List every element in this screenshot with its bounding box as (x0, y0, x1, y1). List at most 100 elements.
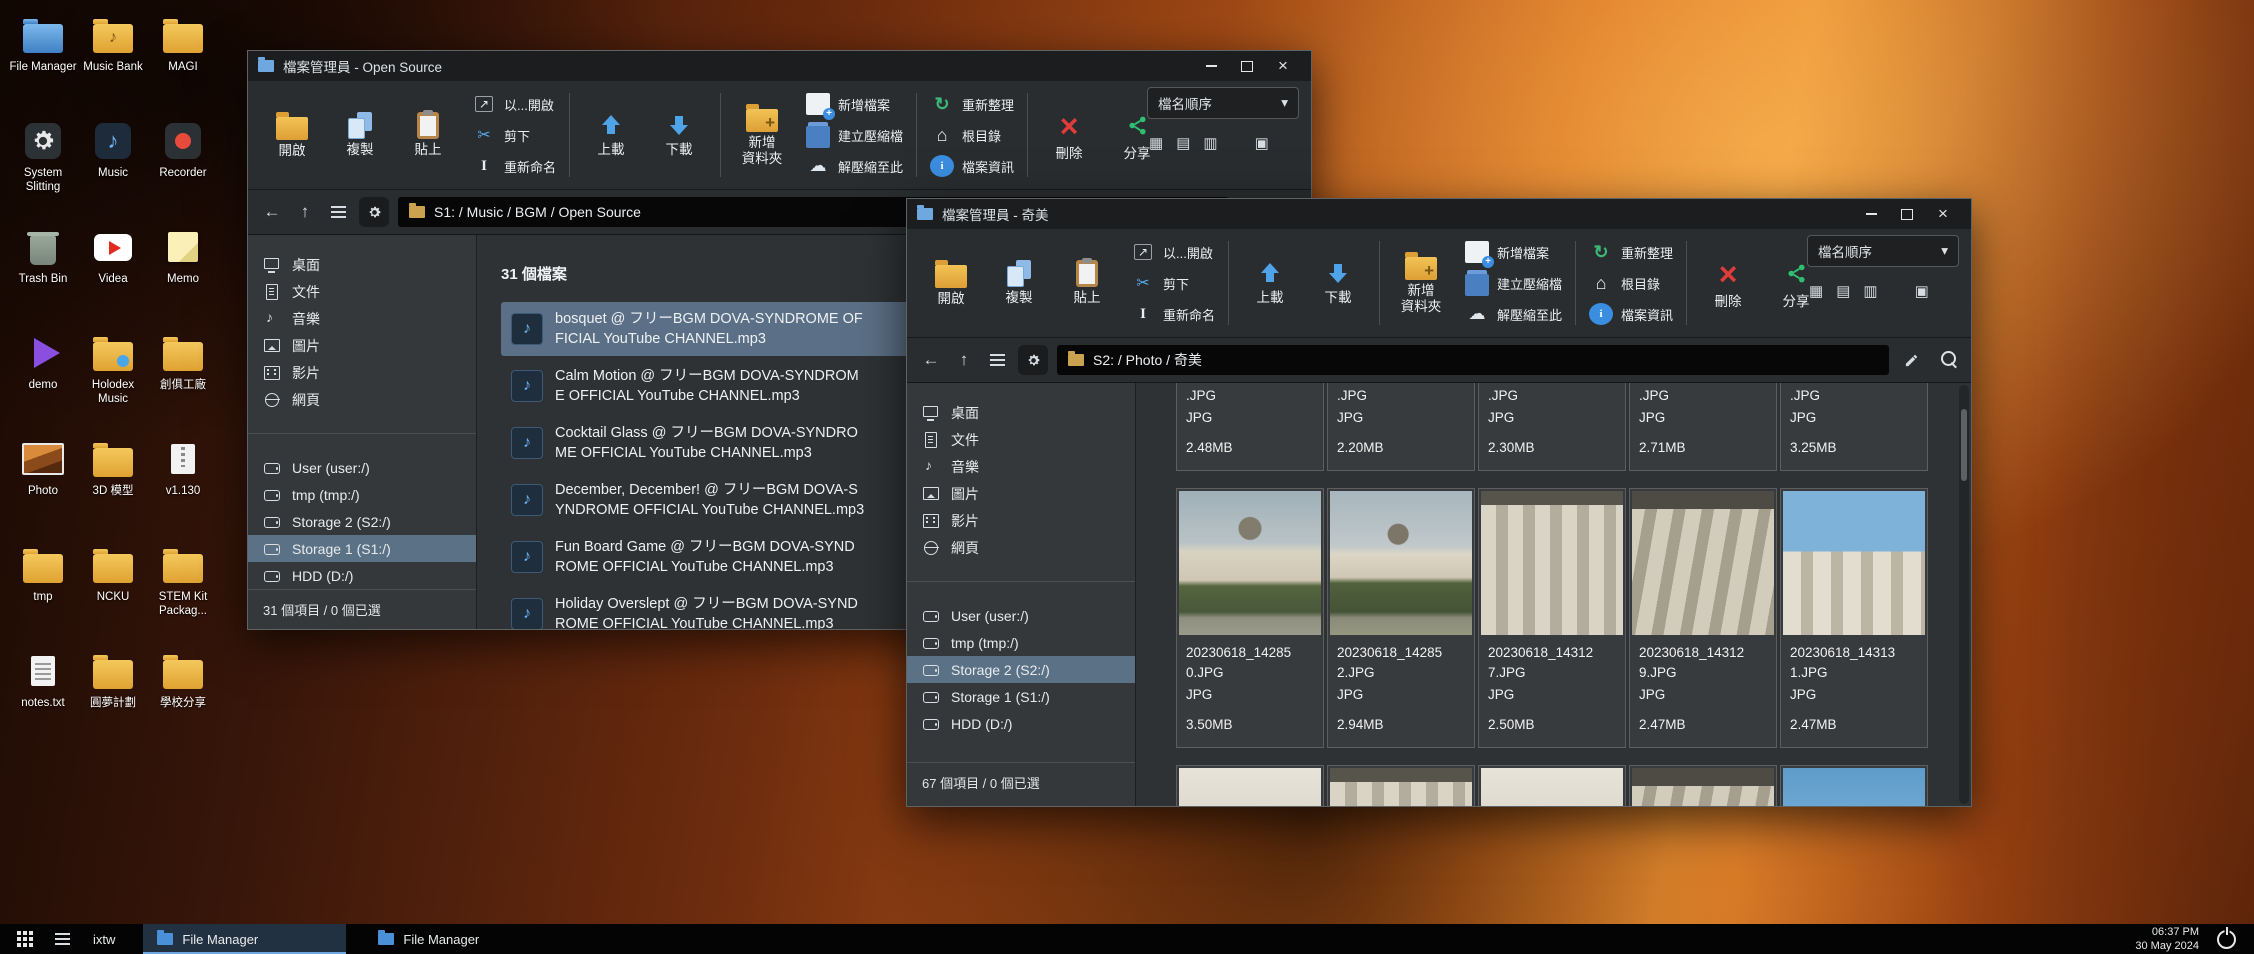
view-mode-compact-icon[interactable]: ▥ (1863, 282, 1877, 300)
sidebar-item-storage-2-s2[interactable]: Storage 2 (S2:/) (907, 656, 1135, 683)
sidebar-item-item[interactable]: 影片 (907, 507, 1135, 534)
sidebar-item-item[interactable]: 桌面 (907, 399, 1135, 426)
power-icon[interactable] (2217, 930, 2236, 949)
scrollbar[interactable] (1959, 385, 1969, 804)
minimize-button[interactable] (1193, 51, 1229, 81)
file-item[interactable]: Cocktail Glass @ フリーBGM DOVA-SYNDROME OF… (501, 416, 925, 470)
photo-cell[interactable]: 20230618_143131.JPGJPG2.47MB (1780, 488, 1928, 748)
maximize-button[interactable] (1229, 51, 1265, 81)
toolbar-upload-button[interactable]: 上載 (1236, 259, 1304, 308)
toolbar-new-folder-button[interactable]: 新增 資料夾 (1387, 250, 1455, 316)
photo-cell[interactable] (1478, 765, 1626, 806)
taskbar-app-file-manager-1[interactable]: File Manager (143, 924, 346, 954)
desktop-icon-notes-txt[interactable]: notes.txt (8, 648, 78, 754)
sidebar-item-hdd-d[interactable]: HDD (D:/) (248, 562, 476, 589)
view-mode-list-icon[interactable]: ▤ (1836, 282, 1850, 300)
sidebar-item-hdd-d[interactable]: HDD (D:/) (907, 710, 1135, 737)
maximize-button[interactable] (1889, 199, 1925, 229)
toolbar-paste-button[interactable]: 貼上 (1053, 258, 1121, 309)
toolbar-rename-button[interactable]: 重新命名 (1125, 299, 1221, 330)
clock[interactable]: 06:37 PM 30 May 2024 (2135, 925, 2209, 954)
up-button[interactable]: ↑ (952, 347, 976, 373)
sort-order-dropdown[interactable]: 檔名順序▾ (1807, 235, 1959, 267)
sidebar-item-item[interactable]: 桌面 (248, 251, 476, 278)
sidebar-item-item[interactable]: 文件 (907, 426, 1135, 453)
toolbar-create-archive-button[interactable]: 建立壓縮檔 (800, 120, 909, 151)
desktop-icon-tmp[interactable]: tmp (8, 542, 78, 648)
toolbar-new-file-button[interactable]: 新增檔案 (1459, 237, 1568, 268)
view-mode-list-icon[interactable]: ▤ (1176, 134, 1190, 152)
toolbar-delete-button[interactable]: 刪除 (1694, 255, 1762, 312)
search-icon[interactable] (1933, 347, 1959, 373)
input-method-indicator[interactable]: ixtw (83, 932, 125, 947)
photo-cell[interactable]: .JPGJPG2.30MB (1478, 383, 1626, 471)
minimize-button[interactable] (1853, 199, 1889, 229)
desktop-icon-holodex-music[interactable]: Holodex Music (78, 330, 148, 436)
sidebar-item-item[interactable]: 影片 (248, 359, 476, 386)
scrollbar-thumb[interactable] (1961, 409, 1967, 481)
toolbar-paste-button[interactable]: 貼上 (394, 110, 462, 161)
menu-button[interactable] (326, 199, 350, 225)
toolbar-open-with-button[interactable]: 以...開啟 (1125, 237, 1221, 268)
desktop-icon-file-manager[interactable]: File Manager (8, 12, 78, 118)
toolbar-download-button[interactable]: 下載 (645, 111, 713, 160)
desktop-icon-item[interactable]: 創俱工廠 (148, 330, 218, 436)
toolbar-create-archive-button[interactable]: 建立壓縮檔 (1459, 268, 1568, 299)
sidebar-item-storage-2-s2[interactable]: Storage 2 (S2:/) (248, 508, 476, 535)
photo-cell[interactable]: 20230618_143127.JPGJPG2.50MB (1478, 488, 1626, 748)
sidebar-item-item[interactable]: 音樂 (248, 305, 476, 332)
toolbar-delete-button[interactable]: 刪除 (1035, 107, 1103, 164)
toolbar-upload-button[interactable]: 上載 (577, 111, 645, 160)
sidebar-item-item[interactable]: 網頁 (907, 534, 1135, 561)
view-mode-compact-icon[interactable]: ▥ (1203, 134, 1217, 152)
photo-cell[interactable] (1176, 765, 1324, 806)
photo-cell[interactable] (1629, 765, 1777, 806)
toolbar-cut-button[interactable]: 剪下 (1125, 268, 1221, 299)
edit-path-icon[interactable] (1898, 347, 1924, 373)
sidebar-item-storage-1-s1[interactable]: Storage 1 (S1:/) (907, 683, 1135, 710)
file-item[interactable]: December, December! @ フリーBGM DOVA-SYNDRO… (501, 473, 925, 527)
file-item[interactable]: Calm Motion @ フリーBGM DOVA-SYNDROME OFFIC… (501, 359, 925, 413)
path-bar[interactable]: S2: / Photo / 奇美 (1057, 345, 1889, 375)
toolbar-cut-button[interactable]: 剪下 (466, 120, 562, 151)
sidebar-item-storage-1-s1[interactable]: Storage 1 (S1:/) (248, 535, 476, 562)
desktop-icon-v1-130[interactable]: v1.130 (148, 436, 218, 542)
toolbar-root-button[interactable]: 根目錄 (1583, 268, 1679, 299)
file-item[interactable]: Holiday Overslept @ フリーBGM DOVA-SYNDROME… (501, 587, 925, 629)
settings-button[interactable] (359, 197, 389, 227)
desktop-icon-demo[interactable]: demo (8, 330, 78, 436)
desktop-icon-music-bank[interactable]: Music Bank (78, 12, 148, 118)
menu-button[interactable] (985, 347, 1009, 373)
photo-cell[interactable]: .JPGJPG2.20MB (1327, 383, 1475, 471)
sidebar-item-item[interactable]: 圖片 (248, 332, 476, 359)
sidebar-item-user-user[interactable]: User (user:/) (907, 602, 1135, 629)
photo-cell[interactable]: .JPGJPG3.25MB (1780, 383, 1928, 471)
toolbar-file-info-button[interactable]: 檔案資訊 (1583, 299, 1679, 330)
photo-cell[interactable]: .JPGJPG2.71MB (1629, 383, 1777, 471)
up-button[interactable]: ↑ (293, 199, 317, 225)
toolbar-download-button[interactable]: 下載 (1304, 259, 1372, 308)
toolbar-rename-button[interactable]: 重新命名 (466, 151, 562, 182)
view-mode-grid-icon[interactable]: ▦ (1809, 282, 1823, 300)
view-mode-columns-icon[interactable]: ▣ (1255, 134, 1269, 152)
sort-order-dropdown[interactable]: 檔名順序▾ (1147, 87, 1299, 119)
sidebar-item-user-user[interactable]: User (user:/) (248, 454, 476, 481)
toolbar-open-with-button[interactable]: 以...開啟 (466, 89, 562, 120)
titlebar[interactable]: 檔案管理員 - 奇美 × (907, 199, 1971, 229)
toolbar-new-file-button[interactable]: 新增檔案 (800, 89, 909, 120)
toolbar-new-folder-button[interactable]: 新增 資料夾 (728, 102, 796, 168)
desktop-icon-stem-kit-packag[interactable]: STEM Kit Packag... (148, 542, 218, 648)
sidebar-item-tmp-tmp[interactable]: tmp (tmp:/) (907, 629, 1135, 656)
toolbar-refresh-button[interactable]: 重新整理 (924, 89, 1020, 120)
photo-cell[interactable]: 20230618_142850.JPGJPG3.50MB (1176, 488, 1324, 748)
toolbar-open-button[interactable]: 開啟 (258, 110, 326, 161)
desktop-icon-3d[interactable]: 3D 模型 (78, 436, 148, 542)
sidebar-item-item[interactable]: 圖片 (907, 480, 1135, 507)
desktop-icon-trash-bin[interactable]: Trash Bin (8, 224, 78, 330)
toolbar-copy-button[interactable]: 複製 (326, 110, 394, 161)
titlebar[interactable]: 檔案管理員 - Open Source × (248, 51, 1311, 81)
view-mode-columns-icon[interactable]: ▣ (1915, 282, 1929, 300)
desktop-icon-item[interactable]: 學校分享 (148, 648, 218, 754)
desktop-icon-recorder[interactable]: Recorder (148, 118, 218, 224)
desktop-icon-videa[interactable]: Videa (78, 224, 148, 330)
